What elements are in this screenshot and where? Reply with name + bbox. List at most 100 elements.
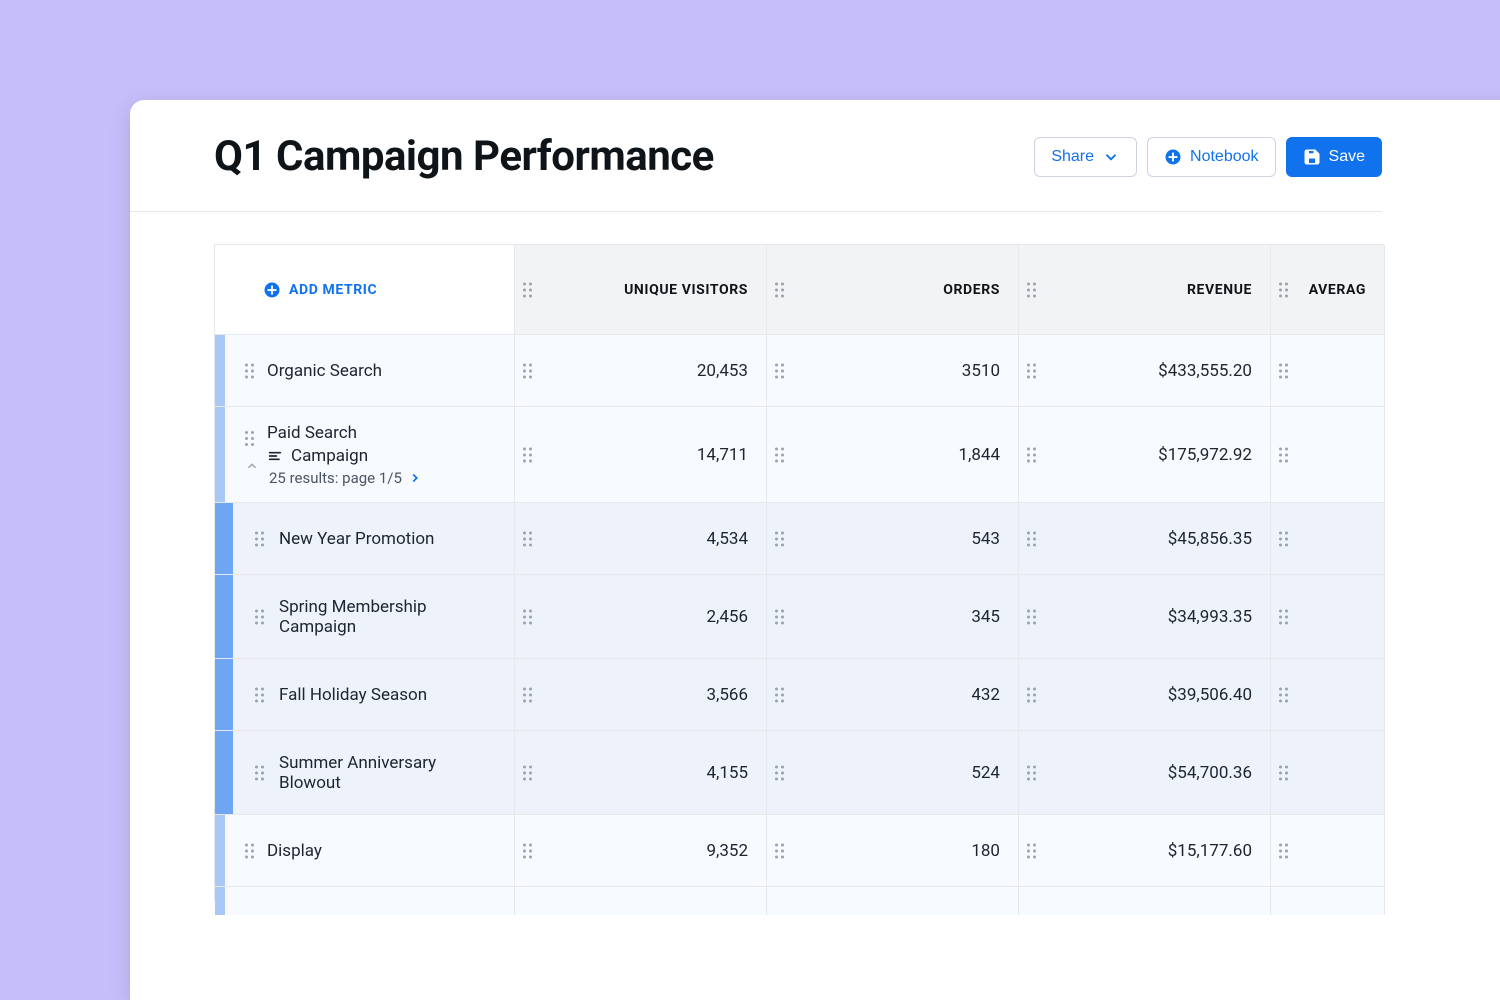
column-header-revenue[interactable]: REVENUE [1019,245,1271,335]
column-header-unique-visitors[interactable]: UNIQUE VISITORS [515,245,767,335]
drag-handle-icon[interactable] [523,363,532,378]
drag-handle-icon[interactable] [1279,609,1288,624]
cell-average [1271,335,1385,407]
row-accent-bar [215,575,233,658]
drag-handle-icon[interactable] [255,609,264,624]
drag-handle-icon[interactable] [775,687,784,702]
segment-label-row: Campaign [267,446,368,466]
plus-circle-icon [263,281,281,299]
drag-handle-icon[interactable] [1279,687,1288,702]
row-accent-bar [215,503,233,574]
cell-unique-visitors: 3,566 [515,659,767,731]
drag-handle-icon[interactable] [775,765,784,780]
drag-handle-icon[interactable] [245,431,254,446]
drag-handle-icon[interactable] [1027,843,1036,858]
drag-handle-icon[interactable] [523,531,532,546]
row-label-cell[interactable]: Fall Holiday Season [215,659,515,731]
row-label-cell[interactable]: Organic Search [215,335,515,407]
row-label-cell[interactable]: Summer Anniversary Blowout [215,731,515,815]
notebook-button[interactable]: Notebook [1147,137,1276,177]
table-row: Spring Membership Campaign 2,456 345 $34… [215,575,1384,659]
cell-revenue: $175,972.92 [1019,407,1271,503]
segment-label: Campaign [291,446,368,466]
drag-handle-icon[interactable] [1027,282,1036,297]
drag-handle-icon[interactable] [1279,531,1288,546]
drag-handle-icon[interactable] [523,687,532,702]
row-label-cell[interactable]: Spring Membership Campaign [215,575,515,659]
cell-average [1271,503,1385,575]
row-label-cell [215,887,515,915]
column-header-orders[interactable]: ORDERS [767,245,1019,335]
drag-handle-icon[interactable] [1279,363,1288,378]
metrics-table: ADD METRIC UNIQUE VISITORS ORDERS REVENU… [214,244,1384,901]
drag-handle-icon[interactable] [775,447,784,462]
save-button-label: Save [1329,148,1365,166]
cell-unique-visitors: 20,453 [515,335,767,407]
drag-handle-icon[interactable] [775,282,784,297]
drag-handle-icon[interactable] [1027,765,1036,780]
drag-handle-icon[interactable] [1027,687,1036,702]
drag-handle-icon[interactable] [255,531,264,546]
cell-average [1271,659,1385,731]
drag-handle-icon[interactable] [523,447,532,462]
row-accent-bar [215,407,225,502]
row-label: Organic Search [267,361,382,381]
plus-circle-icon [1164,148,1182,166]
drag-handle-icon[interactable] [775,363,784,378]
cell-revenue: $54,700.36 [1019,731,1271,815]
drag-handle-icon[interactable] [523,282,532,297]
drag-handle-icon[interactable] [775,531,784,546]
cell-unique-visitors: 4,534 [515,503,767,575]
add-metric-button[interactable]: ADD METRIC [263,281,377,299]
table-row: New Year Promotion 4,534 543 $45,856.35 [215,503,1384,575]
table-row [215,887,1384,901]
drag-handle-icon[interactable] [255,687,264,702]
drag-handle-icon[interactable] [523,765,532,780]
column-header-average[interactable]: AVERAG [1271,245,1385,335]
row-label: Paid Search [267,423,357,443]
add-metric-header-cell: ADD METRIC [215,245,515,335]
pager-label: 25 results: page 1/5 [269,469,402,487]
table-header-row: ADD METRIC UNIQUE VISITORS ORDERS REVENU… [215,245,1384,335]
share-button[interactable]: Share [1034,137,1137,177]
drag-handle-icon[interactable] [775,843,784,858]
cell-unique-visitors: 9,352 [515,815,767,887]
row-label-cell[interactable]: New Year Promotion [215,503,515,575]
drag-handle-icon[interactable] [1027,447,1036,462]
save-button[interactable]: Save [1286,137,1382,177]
pager[interactable]: 25 results: page 1/5 [267,469,422,487]
drag-handle-icon[interactable] [1027,363,1036,378]
drag-handle-icon[interactable] [1279,843,1288,858]
row-label-cell[interactable]: Display [215,815,515,887]
add-metric-label: ADD METRIC [289,282,377,298]
drag-handle-icon[interactable] [1279,447,1288,462]
drag-handle-icon[interactable] [775,609,784,624]
row-label-cell[interactable]: Paid Search Campaign 25 results: page 1/… [215,407,515,503]
drag-handle-icon[interactable] [1279,282,1288,297]
cell-unique-visitors: 14,711 [515,407,767,503]
drag-handle-icon[interactable] [1027,531,1036,546]
cell-unique-visitors: 4,155 [515,731,767,815]
save-icon [1303,148,1321,166]
segment-icon [267,448,283,464]
drag-handle-icon[interactable] [255,765,264,780]
card-header: Q1 Campaign Performance Share Notebook [130,100,1382,212]
drag-handle-icon[interactable] [245,843,254,858]
drag-handle-icon[interactable] [523,843,532,858]
row-label: Spring Membership Campaign [279,597,469,637]
cell-average [1271,407,1385,503]
table-row: Paid Search Campaign 25 results: page 1/… [215,407,1384,503]
chevron-right-icon[interactable] [408,471,422,485]
drag-handle-icon[interactable] [523,609,532,624]
drag-handle-icon[interactable] [245,363,254,378]
cell-orders: 543 [767,503,1019,575]
table-row: Organic Search 20,453 3510 $433,555.20 [215,335,1384,407]
drag-handle-icon[interactable] [1279,765,1288,780]
row-label: New Year Promotion [279,529,434,549]
cell-average [1271,575,1385,659]
cell-revenue: $15,177.60 [1019,815,1271,887]
chevron-up-icon[interactable] [245,459,259,473]
drag-handle-icon[interactable] [1027,609,1036,624]
table-row: Fall Holiday Season 3,566 432 $39,506.40 [215,659,1384,731]
report-card: Q1 Campaign Performance Share Notebook [130,100,1500,1000]
